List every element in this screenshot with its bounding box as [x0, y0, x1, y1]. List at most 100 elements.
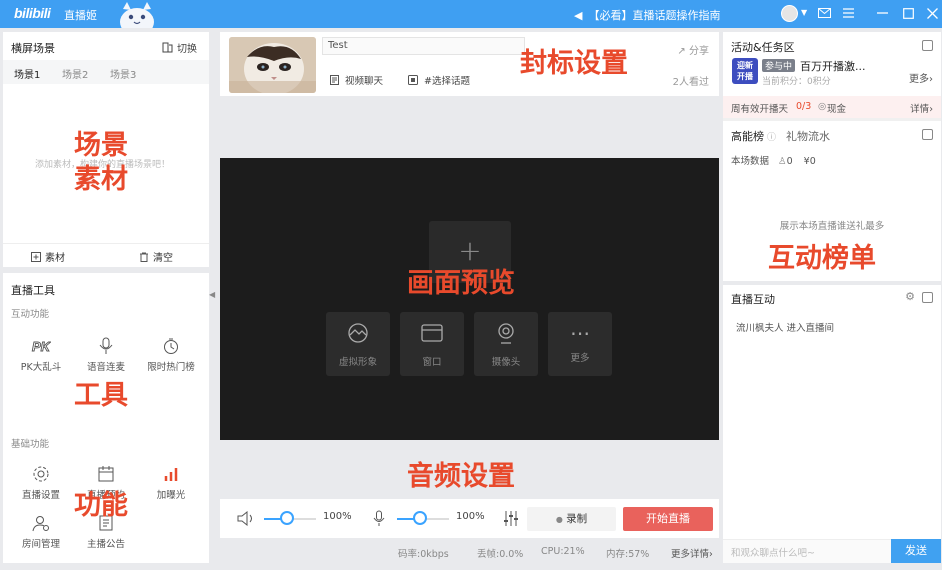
- rank-money-value: ¥0: [803, 156, 816, 167]
- minimize-icon[interactable]: [874, 5, 890, 21]
- tool-room-manage-label: 房间管理: [21, 539, 60, 550]
- microphone-link-icon: [96, 337, 116, 355]
- rank-stat-label: 本场数据: [731, 156, 770, 167]
- stream-info-card: Test 视频聊天 #选择话题 ↗ 分享 2人看过: [220, 32, 719, 96]
- record-button[interactable]: ● 录制: [527, 507, 616, 531]
- tool-exposure[interactable]: 加曝光: [138, 465, 204, 501]
- popout-icon[interactable]: [922, 40, 933, 51]
- tool-pk-label: PK大乱斗: [20, 362, 62, 373]
- timer-fire-icon: [161, 337, 181, 355]
- popout-icon[interactable]: [922, 129, 933, 140]
- more-details-link[interactable]: 更多详情›: [671, 546, 713, 560]
- tool-hot-rank-label: 限时热门榜: [147, 362, 195, 373]
- week-details-link[interactable]: 详情›: [910, 101, 933, 115]
- mic-volume-knob[interactable]: [413, 511, 428, 525]
- window-icon: [400, 322, 464, 348]
- tool-live-settings[interactable]: 直播设置: [8, 465, 74, 501]
- tool-announcement-label: 主播公告: [86, 539, 125, 550]
- tool-room-manage[interactable]: 房间管理: [8, 514, 74, 550]
- tab-scene-2[interactable]: 场景2: [62, 66, 88, 81]
- switch-icon: [162, 42, 173, 53]
- activity-name[interactable]: 百万开播激...: [800, 58, 866, 74]
- scene-actions: 素材 清空: [3, 243, 209, 267]
- speaker-volume-knob[interactable]: [280, 511, 295, 525]
- tool-voice-link-label: 语音连麦: [86, 362, 125, 373]
- bitrate-status: 码率:0kbps: [398, 549, 449, 560]
- stream-title-input[interactable]: Test: [322, 37, 525, 55]
- annotation-preview: 画面预览: [407, 268, 515, 299]
- avatar[interactable]: [781, 5, 798, 22]
- switch-button[interactable]: 切换: [162, 40, 197, 55]
- chat-message: 流川枫夫人 进入直播间: [736, 323, 835, 334]
- notice-link[interactable]: ◀ 【必看】直播话题操作指南: [574, 7, 720, 23]
- ellipsis-icon: ⋯: [570, 321, 590, 345]
- category-label: 视频聊天: [345, 76, 384, 87]
- source-more-label: 更多: [570, 353, 590, 364]
- document-icon: [330, 75, 339, 85]
- cover-thumbnail[interactable]: [229, 37, 316, 93]
- audio-bar: 100% 100% ● 录制 开始直播: [220, 499, 719, 538]
- mail-icon[interactable]: [816, 5, 832, 21]
- topic-icon: [408, 75, 418, 85]
- microphone-icon[interactable]: [373, 510, 385, 527]
- camera-icon: [474, 322, 538, 348]
- interactive-title: 互动功能: [11, 309, 50, 320]
- help-icon[interactable]: ⓘ: [767, 133, 776, 143]
- annotation-function: 功能: [74, 490, 128, 521]
- mascot-icon: [120, 2, 154, 28]
- tab-scene-3[interactable]: 场景3: [110, 66, 136, 81]
- annotation-material: 素材: [74, 164, 128, 195]
- avatar-dropdown-icon[interactable]: ▼: [801, 8, 807, 17]
- annotation-cover: 封标设置: [520, 48, 628, 79]
- category-button[interactable]: 视频聊天: [330, 73, 383, 87]
- source-window[interactable]: 窗口: [400, 312, 464, 376]
- tool-live-settings-label: 直播设置: [21, 490, 60, 501]
- mixer-icon[interactable]: [503, 510, 519, 527]
- status-badge: 参与中: [762, 59, 796, 72]
- mic-volume-value: 100%: [456, 511, 485, 522]
- tab-high-energy[interactable]: 高能榜: [731, 130, 764, 143]
- source-more[interactable]: ⋯ 更多: [548, 312, 612, 376]
- popout-icon[interactable]: [922, 292, 933, 303]
- tab-scene-1[interactable]: 场景1: [14, 66, 40, 81]
- source-avatar[interactable]: 虚拟形象: [326, 312, 390, 376]
- maximize-icon[interactable]: [900, 5, 916, 21]
- left-panel: 横屏场景 切换 场景1 场景2 场景3 添加素材，构建你的直播场景吧！ 素材 清…: [3, 32, 209, 563]
- topic-button[interactable]: #选择话题: [408, 73, 470, 87]
- tools-title: 直播工具: [11, 284, 55, 297]
- add-material-label: 素材: [45, 253, 65, 264]
- source-window-label: 窗口: [422, 357, 442, 368]
- add-material-button[interactable]: 素材: [31, 249, 65, 264]
- rank-empty-hint: 展示本场直播谁送礼最多: [779, 221, 885, 232]
- chat-input[interactable]: 和观众聊点什么吧~: [723, 539, 891, 563]
- rank-stats: 本场数据 ♙0 ¥0: [731, 153, 816, 167]
- menu-icon[interactable]: [840, 5, 856, 21]
- speaker-volume-value: 100%: [323, 511, 352, 522]
- send-button[interactable]: 发送: [891, 539, 941, 563]
- rank-tabs: 高能榜 ⓘ 礼物流水: [731, 128, 830, 144]
- watch-count: 2人看过: [672, 77, 709, 88]
- speaker-icon[interactable]: [237, 511, 255, 526]
- tool-voice-link[interactable]: 语音连麦: [73, 337, 139, 373]
- gear-icon: [31, 465, 51, 483]
- settings-gear-icon[interactable]: ⚙: [905, 290, 915, 303]
- close-icon[interactable]: [924, 5, 940, 21]
- share-button[interactable]: ↗ 分享: [677, 42, 709, 57]
- tool-pk[interactable]: PK PK大乱斗: [8, 337, 74, 373]
- week-label: 周有效开播天: [731, 104, 789, 115]
- rank-people-value: 0: [786, 156, 793, 167]
- right-panel: 活动&任务区 迎新 开播 参与中 百万开播激... 当前积分：0积分 更多› 周…: [723, 32, 941, 563]
- drop-frame-status: 丢帧:0.0%: [477, 549, 524, 560]
- people-icon: ♙: [778, 156, 787, 167]
- clear-button[interactable]: 清空: [139, 249, 173, 264]
- tab-gift-flow[interactable]: 礼物流水: [786, 130, 830, 143]
- start-live-button[interactable]: 开始直播: [623, 507, 713, 531]
- collapse-handle-icon[interactable]: ◀: [209, 290, 215, 304]
- divider: [723, 281, 941, 285]
- tool-hot-rank[interactable]: 限时热门榜: [138, 337, 204, 373]
- share-icon: ↗: [677, 46, 686, 57]
- pk-icon: PK: [31, 337, 53, 355]
- activity-more-link[interactable]: 更多›: [909, 70, 933, 85]
- source-camera[interactable]: 摄像头: [474, 312, 538, 376]
- annotation-tools: 工具: [74, 380, 128, 411]
